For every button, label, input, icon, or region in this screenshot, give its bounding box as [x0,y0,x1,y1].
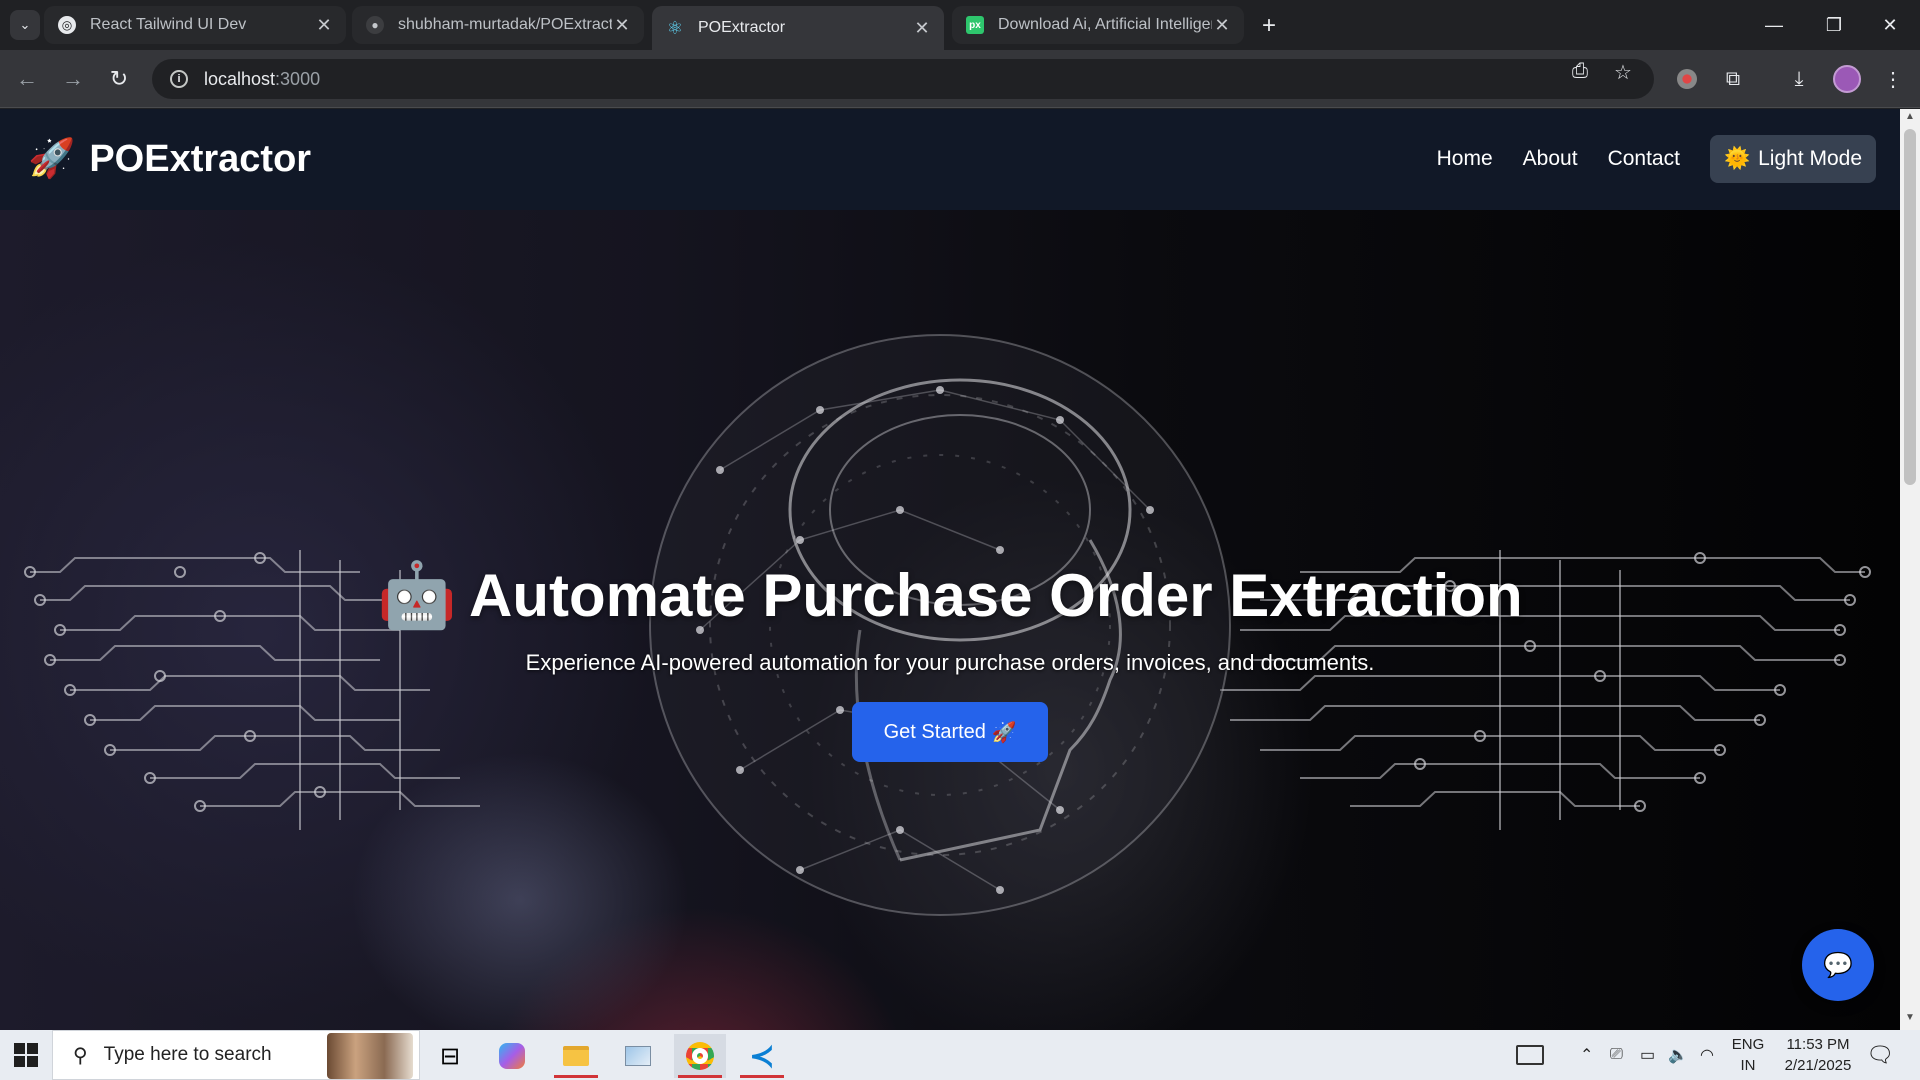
page-viewport: 🚀 POExtractor Home About Contact 🌞 Light… [0,109,1900,1030]
windows-taskbar: ⚲ Type here to search ⊟ ≺ ⌃ ⎚ ▭ 🔈 ◠ ENG … [0,1030,1920,1080]
chrome-icon[interactable] [674,1034,726,1078]
sun-icon: 🌞 [1723,147,1751,170]
theme-toggle-label: Light Mode [1758,147,1862,170]
system-clock[interactable]: 11:53 PM 2/21/2025 [1772,1034,1864,1076]
region-code: IN [1740,1057,1756,1074]
chat-bubble-button[interactable]: 💬 [1802,929,1874,1001]
photos-app-icon[interactable] [612,1034,664,1078]
network-icon[interactable]: ◠ [1700,1030,1714,1080]
tab-title: React Tailwind UI Dev [90,16,247,33]
site-navbar: 🚀 POExtractor Home About Contact 🌞 Light… [0,109,1900,210]
vscode-icon[interactable]: ≺ [736,1034,788,1078]
url-host: localhost [204,68,276,89]
rocket-icon: 🚀 [28,138,76,180]
github-favicon-icon: ● [366,16,384,34]
forward-arrow-icon[interactable]: → [58,64,88,94]
notifications-icon[interactable]: 🗨 [1866,1030,1894,1080]
hero-section: 🤖 Automate Purchase Order Extraction Exp… [0,210,1900,1030]
search-highlight-image [327,1033,413,1079]
tab-close-icon[interactable]: ✕ [912,18,932,39]
address-bar[interactable]: i localhost:3000 [152,59,1654,99]
nav-contact-link[interactable]: Contact [1608,147,1680,171]
get-started-button[interactable]: Get Started 🚀 [852,702,1048,762]
menu-kebab-icon[interactable]: ⋮ [1878,64,1908,94]
tab-close-icon[interactable]: ✕ [612,15,632,36]
tray-overflow-chevron-icon[interactable]: ⌃ [1580,1030,1593,1080]
taskbar-search-box[interactable]: ⚲ Type here to search [52,1030,420,1080]
page-scrollbar[interactable]: ▲ ▼ [1900,109,1920,1030]
news-widget-icon[interactable] [1516,1030,1544,1080]
hero-content: 🤖 Automate Purchase Order Extraction Exp… [0,210,1900,1030]
tab-title: POExtractor [698,19,786,36]
tab-github-repo[interactable]: ● shubham-murtadak/POExtractor ✕ [352,6,644,44]
tab-search-chevron-icon[interactable]: ⌄ [10,10,40,40]
window-close-icon[interactable]: ✕ [1860,0,1920,50]
clock-time: 11:53 PM [1786,1036,1850,1053]
extension-record-icon[interactable] [1672,64,1702,94]
search-icon: ⚲ [73,1044,88,1067]
language-code: ENG [1731,1036,1765,1053]
tab-react-tailwind[interactable]: ◎ React Tailwind UI Dev ✕ [44,6,346,44]
copilot-icon[interactable] [486,1034,538,1078]
taskbar-search-placeholder: Type here to search [103,1044,272,1065]
bookmark-star-icon[interactable]: ☆ [1614,60,1632,85]
battery-icon[interactable]: ▭ [1640,1030,1655,1080]
profile-avatar[interactable] [1832,64,1862,94]
chat-icon: 💬 [1823,951,1853,979]
scrollbar-thumb[interactable] [1904,129,1916,485]
theme-toggle-button[interactable]: 🌞 Light Mode [1709,135,1876,183]
brand-name: POExtractor [89,137,312,180]
hero-heading: 🤖 Automate Purchase Order Extraction [360,558,1540,633]
react-favicon-icon: ⚛ [666,17,684,38]
get-started-label: Get Started [883,720,986,743]
task-view-icon[interactable]: ⊟ [424,1034,476,1078]
pixabay-favicon-icon: px [966,16,984,34]
robot-icon: 🤖 [377,559,458,631]
scroll-down-arrow-icon[interactable]: ▼ [1900,1012,1920,1028]
rocket-icon: 🚀 [991,721,1017,744]
meet-now-icon[interactable]: ⎚ [1610,1030,1623,1080]
restore-icon[interactable]: ❐ [1804,0,1864,50]
openai-favicon-icon: ◎ [58,16,76,34]
file-explorer-icon[interactable] [550,1034,602,1078]
site-info-icon[interactable]: i [170,70,188,88]
scroll-up-arrow-icon[interactable]: ▲ [1900,111,1920,127]
tab-close-icon[interactable]: ✕ [314,15,334,36]
hero-title: Automate Purchase Order Extraction [469,562,1523,629]
tab-close-icon[interactable]: ✕ [1212,15,1232,36]
minimize-icon[interactable]: — [1744,0,1804,50]
url-port: :3000 [275,68,321,89]
volume-icon[interactable]: 🔈 [1668,1030,1688,1080]
install-app-icon[interactable]: ⎙ [1572,60,1588,83]
nav-home-link[interactable]: Home [1437,147,1493,171]
tab-title: Download Ai, Artificial Intelligence [998,16,1212,33]
tab-title: shubham-murtadak/POExtractor [398,16,612,33]
language-indicator[interactable]: ENG IN [1728,1034,1768,1076]
hero-subtitle: Experience AI-powered automation for you… [525,650,1375,675]
new-tab-plus-icon[interactable]: + [1256,12,1282,40]
downloads-icon[interactable]: ⤓ [1784,64,1814,94]
windows-start-icon[interactable] [14,1043,38,1067]
brand-logo[interactable]: 🚀 POExtractor [28,137,311,181]
tab-poextractor[interactable]: ⚛ POExtractor ✕ [652,6,944,50]
back-arrow-icon[interactable]: ← [12,64,42,94]
browser-toolbar: ← → ↻ i localhost:3000 ⎙ ☆ ⧉ ⤓ ⋮ [0,50,1920,108]
extensions-puzzle-icon[interactable]: ⧉ [1718,64,1748,94]
nav-links: Home About Contact 🌞 Light Mode [1437,135,1876,183]
tab-pixabay-download[interactable]: px Download Ai, Artificial Intelligence … [952,6,1244,44]
clock-date: 2/21/2025 [1784,1057,1852,1074]
tab-strip: ⌄ ◎ React Tailwind UI Dev ✕ ● shubham-mu… [0,0,1920,50]
reload-icon[interactable]: ↻ [104,64,134,94]
browser-window: ⌄ ◎ React Tailwind UI Dev ✕ ● shubham-mu… [0,0,1920,1030]
nav-about-link[interactable]: About [1523,147,1578,171]
